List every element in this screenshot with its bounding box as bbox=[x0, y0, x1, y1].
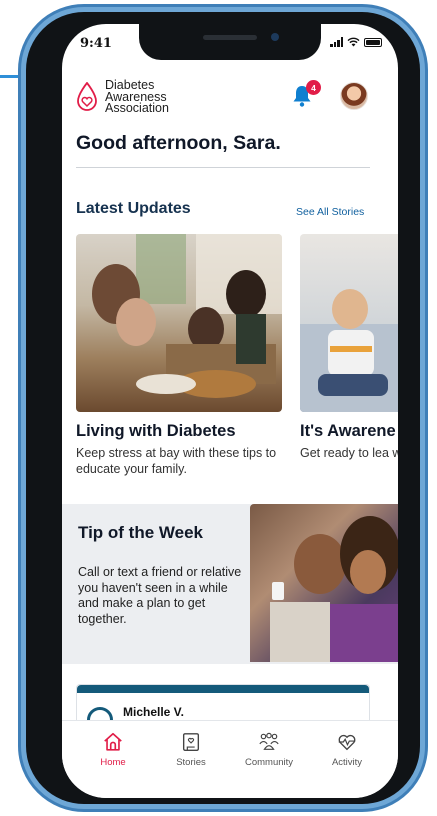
phone-notch bbox=[139, 24, 321, 60]
update-card[interactable]: Living with Diabetes Keep stress at bay … bbox=[76, 234, 282, 477]
see-all-stories-link[interactable]: See All Stories bbox=[296, 206, 364, 218]
user-avatar[interactable] bbox=[340, 82, 368, 110]
card-title: Living with Diabetes bbox=[76, 422, 236, 440]
tip-title: Tip of the Week bbox=[78, 523, 204, 542]
app-screen: 9:41 Diabetes Awareness Association 4 Go… bbox=[62, 24, 398, 798]
update-card[interactable]: It's Awarene Get ready to lea with your … bbox=[300, 234, 398, 461]
divider bbox=[76, 167, 370, 168]
notification-badge: 4 bbox=[306, 80, 321, 95]
wifi-icon bbox=[347, 37, 360, 47]
tip-body: Call or text a friend or relative you ha… bbox=[78, 565, 242, 626]
card-title: It's Awarene bbox=[300, 422, 396, 440]
drop-heart-icon bbox=[77, 82, 97, 112]
tab-label: Home bbox=[100, 757, 126, 768]
bottom-tab-bar: Home Stories Community Activity bbox=[62, 720, 398, 798]
tab-stories[interactable]: Stories bbox=[159, 731, 223, 798]
organization-logo: Diabetes Awareness Association bbox=[76, 78, 169, 115]
community-icon bbox=[259, 732, 279, 750]
greeting: Good afternoon, Sara. bbox=[76, 132, 281, 154]
card-description: Keep stress at bay with these tips to ed… bbox=[76, 446, 277, 476]
latest-updates-title: Latest Updates bbox=[76, 200, 191, 217]
organization-name: Diabetes Awareness Association bbox=[105, 78, 169, 115]
friends-photo bbox=[250, 504, 398, 662]
post-accent-bar bbox=[77, 685, 369, 693]
child-photo bbox=[300, 234, 398, 412]
stories-icon bbox=[182, 733, 200, 751]
battery-icon bbox=[364, 38, 382, 47]
home-icon bbox=[104, 732, 122, 751]
tab-label: Activity bbox=[331, 757, 363, 768]
camera bbox=[271, 33, 279, 41]
family-photo bbox=[76, 234, 282, 412]
signal-icon bbox=[330, 37, 343, 47]
card-description: Get ready to lea with your Asso bbox=[300, 446, 398, 460]
tab-activity[interactable]: Activity bbox=[315, 731, 379, 798]
status-time: 9:41 bbox=[80, 36, 112, 51]
activity-icon bbox=[338, 734, 356, 751]
status-icons bbox=[330, 37, 382, 47]
tab-label: Stories bbox=[176, 757, 206, 768]
tab-community[interactable]: Community bbox=[237, 731, 301, 798]
post-author-name: Michelle V. bbox=[123, 705, 184, 719]
tab-home[interactable]: Home bbox=[81, 731, 145, 798]
tab-label: Community bbox=[244, 757, 294, 768]
speaker bbox=[203, 35, 257, 40]
